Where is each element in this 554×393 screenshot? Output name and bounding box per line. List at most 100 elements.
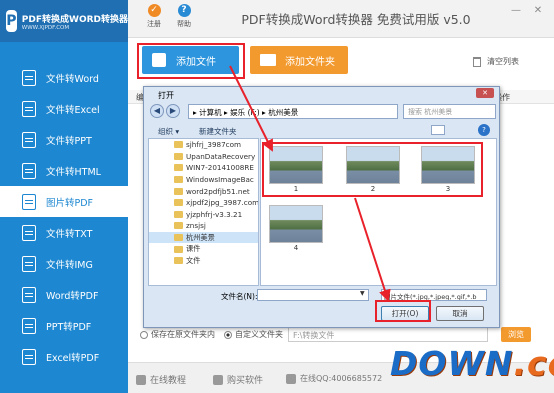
add-folder-label: 添加文件夹: [285, 56, 335, 68]
close-button[interactable]: ✕: [530, 4, 546, 18]
landscape-image: [269, 205, 323, 243]
qq-link[interactable]: 在线QQ:4006685572: [286, 373, 382, 384]
nav-label: 文件转IMG: [46, 259, 93, 271]
search-input[interactable]: 搜索 杭州美景: [403, 104, 496, 119]
trash-icon: [473, 56, 481, 67]
nav-label: 文件转TXT: [46, 228, 93, 240]
output-path-input[interactable]: F:\转换文件: [288, 327, 488, 342]
watermark-main: DOWN: [390, 344, 514, 383]
qq-icon: [286, 373, 296, 384]
tree-item[interactable]: WindowsImageBac: [149, 174, 258, 186]
qq-label: 在线QQ:4006685572: [300, 374, 383, 383]
folder-icon: [174, 222, 183, 230]
tree-item[interactable]: znsjsj: [149, 220, 258, 232]
tree-item[interactable]: word2pdfjb51.net: [149, 185, 258, 197]
dialog-title: 打开: [158, 91, 174, 100]
minimize-button[interactable]: —: [508, 4, 524, 18]
radio-label: 自定义文件夹: [235, 330, 283, 339]
tutorial-label: 在线教程: [150, 376, 187, 386]
help-icon[interactable]: ?: [478, 124, 490, 136]
tree-item[interactable]: WIN7-20141008RE: [149, 162, 258, 174]
nav-label: Excel转PDF: [46, 352, 100, 364]
nav-label: Word转PDF: [46, 290, 99, 302]
nav-ppt-to-pdf[interactable]: PPT转PDF: [0, 310, 128, 341]
view-mode-icon[interactable]: [431, 125, 445, 135]
folder-icon: [174, 176, 183, 184]
chevron-down-icon[interactable]: ▼: [360, 290, 365, 297]
tutorial-link[interactable]: 在线教程: [136, 373, 186, 386]
add-file-highlight: [137, 43, 245, 79]
sidebar: P PDF转换成WORD转换器 WWW.XJPDF.COM 文件转Word 文件…: [0, 0, 128, 393]
buy-link[interactable]: 购买软件: [213, 373, 263, 386]
document-icon: [22, 255, 36, 272]
clear-list-label: 清空列表: [487, 57, 519, 66]
clear-list-button[interactable]: 清空列表: [473, 56, 519, 67]
folder-icon: [174, 245, 183, 253]
back-button[interactable]: ◀: [150, 104, 164, 118]
app-logo: P PDF转换成WORD转换器 WWW.XJPDF.COM: [0, 0, 128, 42]
custom-folder-radio[interactable]: 自定义文件夹: [224, 329, 283, 340]
filename-label: 文件名(N):: [221, 292, 258, 301]
tree-item[interactable]: yjzphfrj-v3.3.21: [149, 209, 258, 221]
nav-label: PPT转PDF: [46, 321, 92, 333]
nav-file-to-word[interactable]: 文件转Word: [0, 62, 128, 93]
nav-label: 文件转Excel: [46, 104, 100, 116]
folder-tree: sjhfrj_3987com UpanDataRecovery WIN7-201…: [148, 138, 259, 286]
open-file-dialog: 打开 ✕ ◀ ▶ ▸ 计算机 ▸ 娱乐 (F:) ▸ 杭州美景 搜索 杭州美景 …: [143, 86, 500, 328]
nav-file-to-ppt[interactable]: 文件转PPT: [0, 124, 128, 155]
image-thumbnail[interactable]: 4: [269, 205, 323, 253]
radio-label: 保存在原文件夹内: [151, 330, 215, 339]
nav-file-to-html[interactable]: 文件转HTML: [0, 155, 128, 186]
add-folder-button[interactable]: 添加文件夹: [250, 46, 348, 74]
logo-url: WWW.XJPDF.COM: [21, 24, 70, 31]
tree-item[interactable]: sjhfrj_3987com: [149, 139, 258, 151]
nav-label: 文件转HTML: [46, 166, 101, 178]
filename-input[interactable]: [257, 289, 369, 301]
tree-item[interactable]: 文件: [149, 255, 258, 267]
window-title: PDF转换成Word转换器 免费试用版 v5.0: [241, 12, 471, 27]
radio-icon: [140, 330, 148, 339]
folder-icon: [174, 187, 183, 195]
book-icon: [136, 374, 146, 385]
save-original-radio[interactable]: 保存在原文件夹内: [140, 329, 215, 340]
folder-icon: [174, 199, 183, 207]
nav-label: 文件转Word: [46, 73, 99, 85]
new-folder-button[interactable]: 新建文件夹: [199, 126, 237, 137]
cart-icon: [213, 374, 223, 385]
forward-button[interactable]: ▶: [166, 104, 180, 118]
open-button-highlight: [375, 300, 431, 322]
nav-file-to-txt[interactable]: 文件转TXT: [0, 217, 128, 248]
folder-icon: [174, 164, 183, 172]
dialog-close-button[interactable]: ✕: [476, 88, 494, 98]
document-icon: [22, 224, 36, 241]
nav-file-to-excel[interactable]: 文件转Excel: [0, 93, 128, 124]
nav-excel-to-pdf[interactable]: Excel转PDF: [0, 341, 128, 372]
app-window: P PDF转换成WORD转换器 WWW.XJPDF.COM 文件转Word 文件…: [0, 0, 554, 393]
address-bar[interactable]: ▸ 计算机 ▸ 娱乐 (F:) ▸ 杭州美景: [188, 104, 398, 119]
document-icon: [22, 131, 36, 148]
cancel-button[interactable]: 取消: [436, 306, 484, 321]
organize-menu[interactable]: 组织 ▾: [158, 126, 179, 137]
browse-button[interactable]: 浏览: [501, 327, 531, 342]
thumbnails-highlight: [262, 142, 483, 197]
document-icon: [22, 100, 36, 117]
tree-item[interactable]: 课件: [149, 243, 258, 255]
watermark-suffix: .cc: [513, 344, 554, 383]
nav-file-to-img[interactable]: 文件转IMG: [0, 248, 128, 279]
buy-label: 购买软件: [227, 376, 264, 386]
radio-icon: [224, 330, 232, 339]
nav-word-to-pdf[interactable]: Word转PDF: [0, 279, 128, 310]
title-bar: ✓ 注册 ? 帮助 PDF转换成Word转换器 免费试用版 v5.0 — ✕: [128, 0, 554, 38]
logo-title: PDF转换成WORD转换器: [21, 14, 128, 25]
nav-label: 图片转PDF: [46, 197, 94, 209]
document-icon: [22, 69, 36, 86]
tree-item[interactable]: xjpdf2jpg_3987.com: [149, 197, 258, 209]
folder-icon: [174, 152, 183, 160]
logo-icon: P: [6, 10, 17, 32]
dialog-command-bar: 组织 ▾ 新建文件夹 ?: [148, 123, 497, 138]
nav-label: 文件转PPT: [46, 135, 92, 147]
nav-image-to-pdf[interactable]: 图片转PDF: [0, 186, 128, 217]
tree-item[interactable]: UpanDataRecovery: [149, 151, 258, 163]
tree-item-selected[interactable]: 杭州美景: [149, 231, 258, 244]
document-icon: [22, 286, 36, 303]
